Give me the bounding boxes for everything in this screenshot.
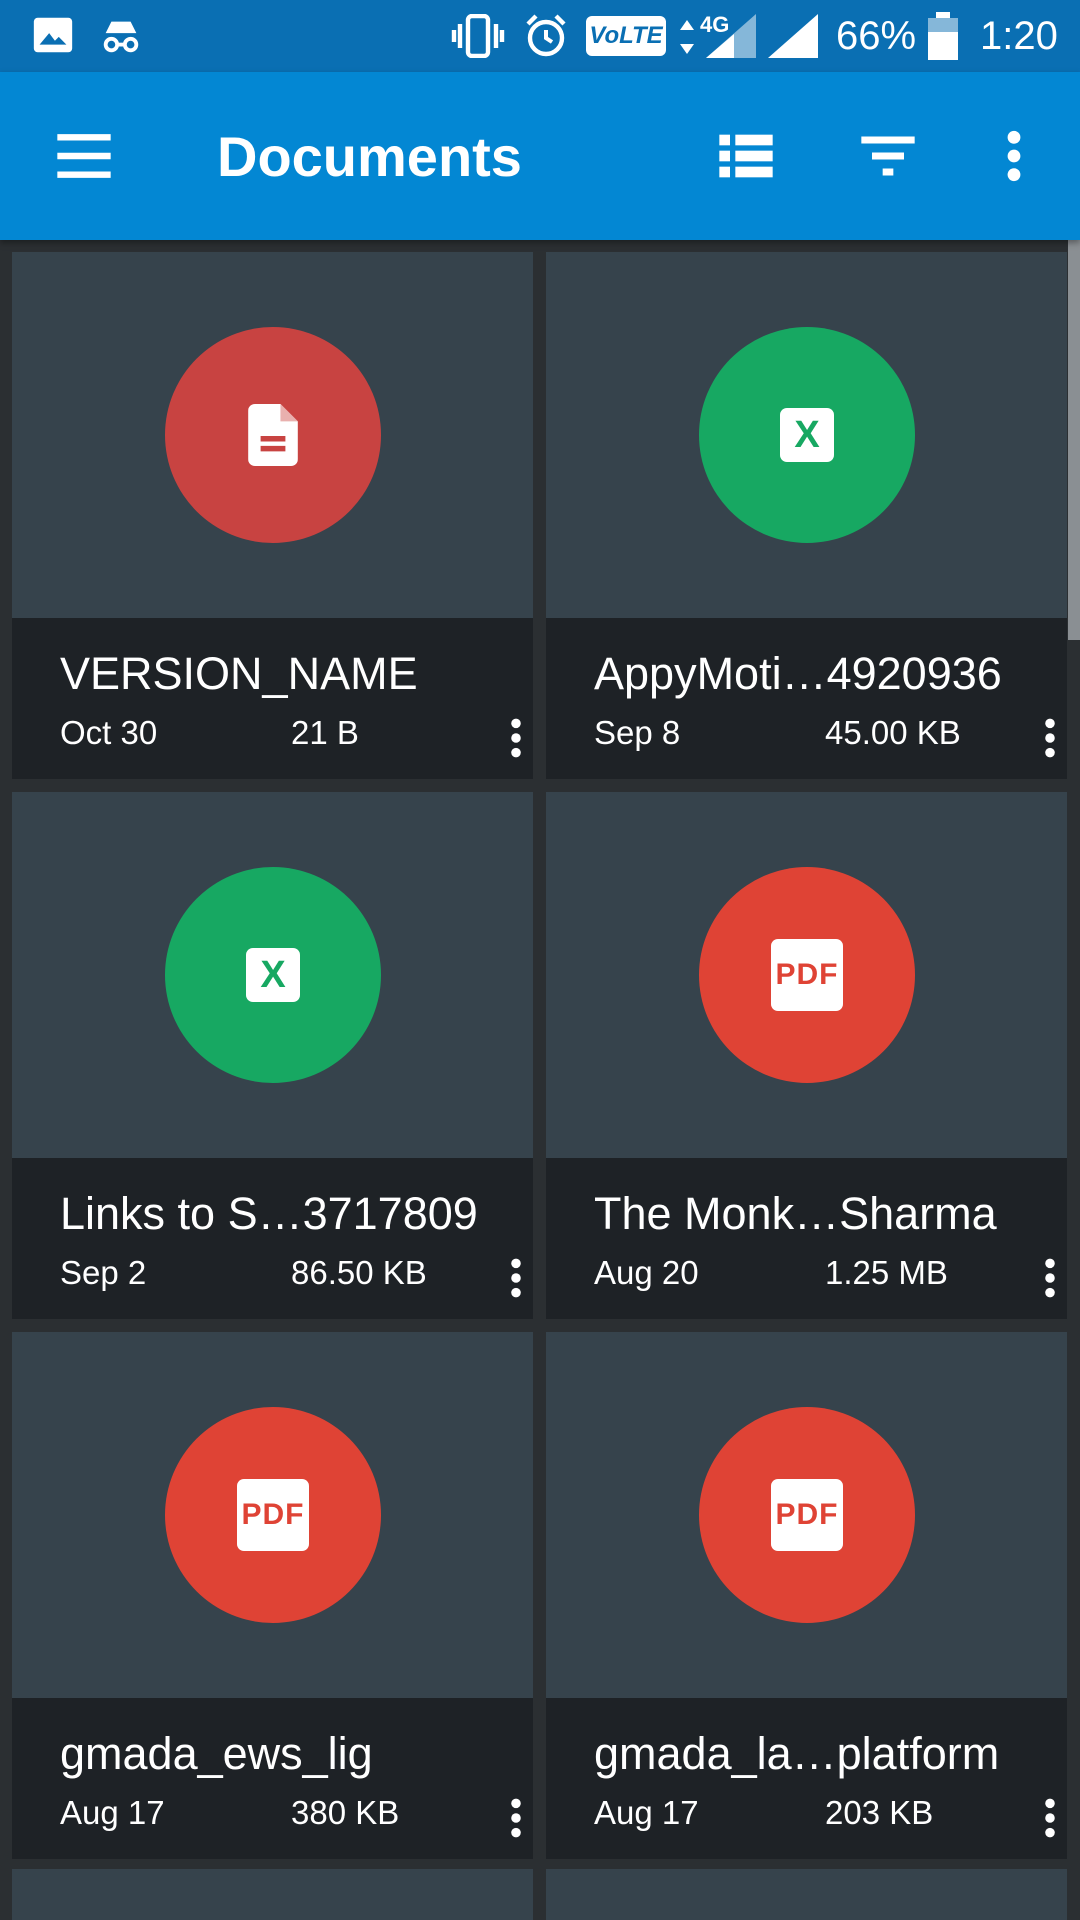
file-size: 1.25 MB bbox=[825, 1254, 948, 1291]
file-thumbnail: X bbox=[12, 792, 533, 1158]
file-date: Oct 30 bbox=[60, 714, 158, 751]
file-thumbnail bbox=[12, 252, 533, 618]
document-icon bbox=[248, 404, 298, 466]
file-name: gmada_la…platform bbox=[594, 1728, 1000, 1779]
more-vert-icon[interactable] bbox=[1032, 1256, 1068, 1300]
file-date: Aug 17 bbox=[60, 1794, 165, 1831]
excel-type-circle: X bbox=[165, 867, 381, 1083]
pdf-icon: PDF bbox=[771, 939, 843, 1011]
pdf-type-circle: PDF bbox=[699, 1407, 915, 1623]
file-card[interactable]: VERSION_NAME Oct 30 21 B bbox=[12, 252, 533, 779]
incognito-icon bbox=[103, 21, 139, 53]
file-date: Sep 8 bbox=[594, 714, 681, 751]
status-bar: VoLTE 4G 66% 1:20 bbox=[0, 0, 1080, 72]
file-date: Aug 20 bbox=[594, 1254, 699, 1291]
volte-label: VoLTE bbox=[589, 22, 663, 49]
file-info: VERSION_NAME Oct 30 21 B bbox=[12, 618, 533, 779]
clock-time: 1:20 bbox=[980, 14, 1058, 58]
file-size: 203 KB bbox=[825, 1794, 934, 1831]
more-vert-icon[interactable] bbox=[1032, 716, 1068, 760]
app-bar: Documents bbox=[0, 72, 1080, 240]
filter-icon[interactable] bbox=[856, 124, 920, 188]
file-thumbnail: PDF bbox=[12, 1332, 533, 1698]
file-size: 380 KB bbox=[291, 1794, 400, 1831]
page-title: Documents bbox=[217, 125, 522, 188]
more-vert-icon[interactable] bbox=[498, 1796, 534, 1840]
pdf-type-circle: PDF bbox=[699, 867, 915, 1083]
file-size: 21 B bbox=[291, 714, 359, 751]
excel-type-circle: X bbox=[699, 327, 915, 543]
more-vert-icon[interactable] bbox=[1032, 1796, 1068, 1840]
document-type-circle bbox=[165, 327, 381, 543]
file-card[interactable]: X Links to S…3717809 Sep 2 86.50 KB bbox=[12, 792, 533, 1319]
data-arrows-icon bbox=[680, 20, 694, 54]
file-date: Sep 2 bbox=[60, 1254, 147, 1291]
alarm-icon bbox=[526, 14, 566, 57]
file-card-partial[interactable] bbox=[12, 1869, 533, 1920]
file-info: gmada_ews_lig Aug 17 380 KB bbox=[12, 1698, 533, 1859]
file-card[interactable]: X AppyMoti…4920936 Sep 8 45.00 KB bbox=[546, 252, 1067, 779]
volte-icon: VoLTE bbox=[586, 16, 666, 56]
file-thumbnail: PDF bbox=[546, 1332, 1067, 1698]
battery-percent: 66% bbox=[836, 14, 917, 58]
list-view-icon[interactable] bbox=[714, 124, 778, 188]
file-card[interactable]: PDF The Monk…Sharma Aug 20 1.25 MB bbox=[546, 792, 1067, 1319]
excel-icon: X bbox=[246, 948, 300, 1002]
more-vert-icon[interactable] bbox=[982, 124, 1046, 188]
file-card[interactable]: PDF gmada_ews_lig Aug 17 380 KB bbox=[12, 1332, 533, 1859]
more-vert-icon[interactable] bbox=[498, 1256, 534, 1300]
excel-icon: X bbox=[780, 408, 834, 462]
pdf-icon: PDF bbox=[771, 1479, 843, 1551]
pdf-type-circle: PDF bbox=[165, 1407, 381, 1623]
signal-4g-icon bbox=[706, 14, 756, 58]
file-info: Links to S…3717809 Sep 2 86.50 KB bbox=[12, 1158, 533, 1319]
file-name: VERSION_NAME bbox=[60, 648, 418, 699]
file-thumbnail: PDF bbox=[546, 792, 1067, 1158]
file-info: AppyMoti…4920936 Sep 8 45.00 KB bbox=[546, 618, 1067, 779]
gallery-icon bbox=[33, 17, 73, 53]
file-info: The Monk…Sharma Aug 20 1.25 MB bbox=[546, 1158, 1067, 1319]
file-size: 45.00 KB bbox=[825, 714, 961, 751]
more-vert-icon[interactable] bbox=[498, 716, 534, 760]
file-name: gmada_ews_lig bbox=[60, 1728, 373, 1779]
file-name: The Monk…Sharma bbox=[594, 1188, 997, 1239]
file-date: Aug 17 bbox=[594, 1794, 699, 1831]
file-card-partial[interactable] bbox=[546, 1869, 1067, 1920]
file-card[interactable]: PDF gmada_la…platform Aug 17 203 KB bbox=[546, 1332, 1067, 1859]
file-thumbnail: X bbox=[546, 252, 1067, 618]
documents-grid: VERSION_NAME Oct 30 21 B X AppyMoti…4920… bbox=[0, 240, 1068, 1920]
file-size: 86.50 KB bbox=[291, 1254, 427, 1291]
vibrate-icon bbox=[451, 14, 505, 58]
file-info: gmada_la…platform Aug 17 203 KB bbox=[546, 1698, 1067, 1859]
pdf-icon: PDF bbox=[237, 1479, 309, 1551]
file-name: AppyMoti…4920936 bbox=[594, 648, 1002, 699]
menu-icon[interactable] bbox=[52, 124, 116, 188]
battery-icon bbox=[928, 12, 958, 60]
file-name: Links to S…3717809 bbox=[60, 1188, 478, 1239]
scrollbar[interactable] bbox=[1068, 240, 1080, 640]
signal-icon bbox=[768, 14, 818, 58]
